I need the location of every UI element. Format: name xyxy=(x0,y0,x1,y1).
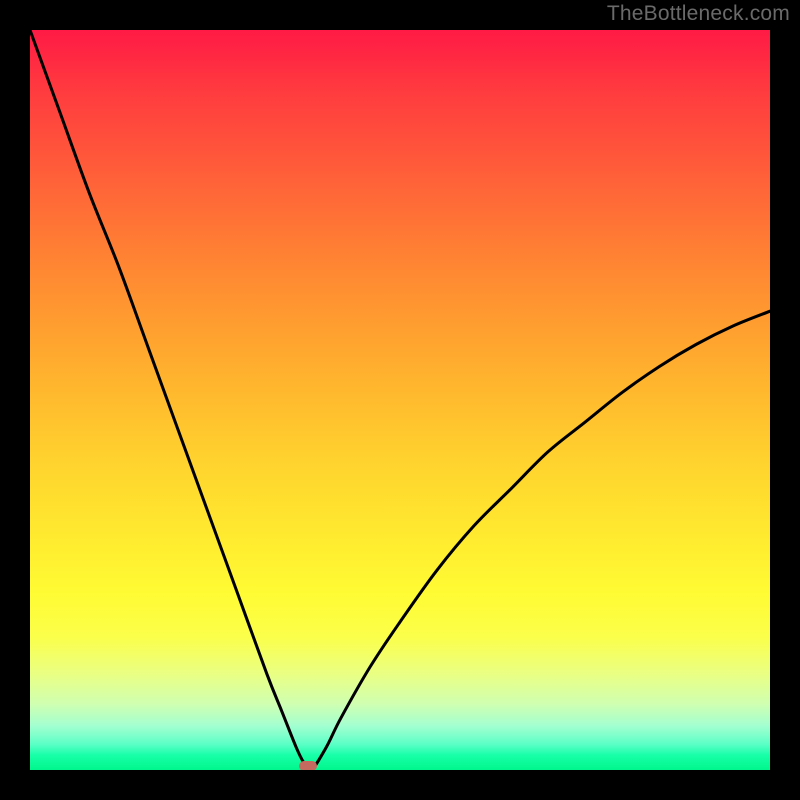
watermark-text: TheBottleneck.com xyxy=(607,2,790,26)
bottleneck-curve xyxy=(30,30,770,770)
optimum-marker xyxy=(299,761,317,770)
chart-frame: TheBottleneck.com xyxy=(0,0,800,800)
plot-area xyxy=(30,30,770,770)
